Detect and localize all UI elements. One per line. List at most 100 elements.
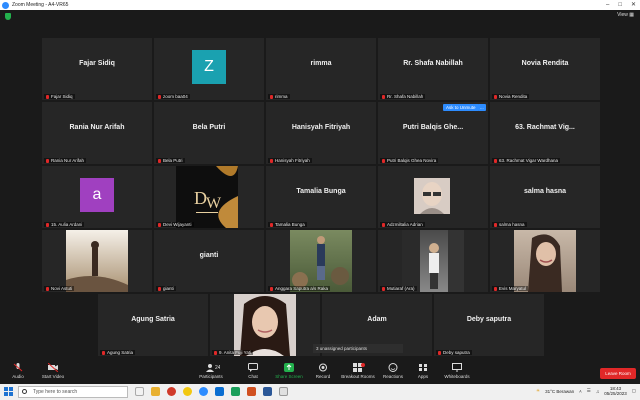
- muted-mic-icon: [46, 223, 49, 227]
- audio-button[interactable]: Audio: [6, 363, 30, 379]
- participant-grid: Fajar Sidiq Fajar Sidiq Z zoom baa04 rim…: [0, 0, 640, 400]
- participant-display-name: Rania Nur Arifah: [69, 124, 125, 131]
- avatar: a: [80, 178, 114, 212]
- participant-name-label: rimma: [268, 94, 290, 99]
- participant-tile[interactable]: Putri Balqis Ghe... Putri Balqis Ghea No…: [378, 102, 488, 164]
- name-text: Tamalia Bunga: [275, 222, 305, 227]
- apps-button[interactable]: Apps: [416, 363, 430, 379]
- participant-display-name: 63. Rachmat Vig...: [515, 124, 575, 131]
- profile-picture-logo: D W: [176, 166, 238, 228]
- participant-display-name: Rr. Shafa Nabillah: [403, 60, 463, 67]
- share-screen-button[interactable]: Share Screen: [274, 363, 304, 379]
- muted-mic-icon: [46, 287, 49, 291]
- zoom-taskbar-icon[interactable]: [199, 387, 208, 396]
- breakout-rooms-button[interactable]: Breakout Rooms: [340, 363, 376, 379]
- participant-tile[interactable]: Adzmiltalia Adrian: [378, 166, 488, 228]
- muted-mic-icon: [46, 95, 49, 99]
- task-view-icon[interactable]: [135, 387, 144, 396]
- participant-tile[interactable]: Evis Maryatul: [490, 230, 600, 292]
- participant-tile[interactable]: Agung Satria Agung Satria: [98, 294, 208, 356]
- participant-name-label: 63. Rachmat Vigar Wardhana: [492, 158, 561, 163]
- reactions-button[interactable]: Reactions: [381, 363, 405, 379]
- profile-picture: [66, 230, 128, 292]
- participant-tile[interactable]: salma hasna salma hasna: [490, 166, 600, 228]
- name-text: zoom baa04: [163, 94, 188, 99]
- participant-tile[interactable]: Bela Putri Bela Putri: [154, 102, 264, 164]
- participant-tile[interactable]: Hanisyah Fitriyah Hanisyah Fitriyah: [266, 102, 376, 164]
- taskbar-search-input[interactable]: Type here to search: [18, 386, 128, 398]
- participant-tile[interactable]: D W Devi Wijayanti: [154, 166, 264, 228]
- participant-tile[interactable]: Anggara Saputra a/s Raka: [266, 230, 376, 292]
- participant-name-label: Tamalia Bunga: [268, 222, 307, 227]
- store-icon[interactable]: [279, 387, 288, 396]
- office-icon[interactable]: [167, 387, 176, 396]
- muted-mic-icon: [158, 159, 161, 163]
- muted-mic-icon: [270, 287, 273, 291]
- record-button[interactable]: Record: [313, 363, 333, 379]
- powerpoint-icon[interactable]: [247, 387, 256, 396]
- participant-name-label: Devi Wijayanti: [156, 222, 194, 227]
- search-icon: [22, 389, 27, 394]
- participant-tile[interactable]: Mutiaraf (Ara): [378, 230, 488, 292]
- muted-mic-icon: [270, 159, 273, 163]
- chrome-icon[interactable]: [183, 387, 192, 396]
- muted-mic-icon: [46, 159, 49, 163]
- participant-tile[interactable]: Tamalia Bunga Tamalia Bunga: [266, 166, 376, 228]
- name-text: Putri Balqis Ghea Novira: [387, 158, 437, 163]
- participant-tile[interactable]: a 15. Aulia Ardani: [42, 166, 152, 228]
- participant-tile[interactable]: Z zoom baa04: [154, 38, 264, 100]
- reactions-smiley-icon: [388, 363, 398, 372]
- start-video-button[interactable]: Start Video: [38, 362, 68, 379]
- word-icon[interactable]: [263, 387, 272, 396]
- name-text: rimma: [275, 94, 288, 99]
- audio-label: Audio: [12, 374, 24, 379]
- participant-tile[interactable]: 63. Rachmat Vig... 63. Rachmat Vigar War…: [490, 102, 600, 164]
- participant-name-label: Bela Putri: [156, 158, 185, 163]
- muted-mic-icon: [494, 223, 497, 227]
- participant-tile[interactable]: Novia Rendita Novia Rendita: [490, 38, 600, 100]
- muted-mic-icon: [158, 223, 161, 227]
- share-screen-icon: [284, 363, 294, 372]
- chat-button[interactable]: Chat: [245, 363, 261, 379]
- unassigned-participants-notice[interactable]: 3 unassigned participants: [313, 344, 403, 353]
- ask-to-unmute-button[interactable]: Ask to Unmute: [443, 104, 479, 111]
- participant-name-label: Anggara Saputra a/s Raka: [268, 286, 331, 291]
- participant-tile[interactable]: Deby saputra Deby saputra: [434, 294, 544, 356]
- participant-name-label: Deby saputra: [436, 350, 472, 355]
- video-off-icon: [47, 362, 59, 373]
- participant-display-name: Agung Satria: [131, 316, 175, 323]
- leave-room-button[interactable]: Leave Room: [600, 368, 636, 379]
- weather-text[interactable]: 31°C Berawan: [545, 389, 574, 394]
- name-text: gianti: [163, 286, 174, 291]
- excel-icon[interactable]: [231, 387, 240, 396]
- whiteboards-button[interactable]: Whiteboards: [441, 363, 473, 379]
- edge-icon[interactable]: [215, 387, 224, 396]
- muted-mic-icon: [158, 287, 161, 291]
- participant-name-label: Rr. Shafa Nabillah: [380, 94, 426, 99]
- file-explorer-icon[interactable]: [151, 387, 160, 396]
- participant-tile[interactable]: Fajar Sidiq Fajar Sidiq: [42, 38, 152, 100]
- participant-tile[interactable]: gianti gianti: [154, 230, 264, 292]
- apps-label: Apps: [417, 374, 429, 379]
- notifications-icon[interactable]: ▢: [632, 388, 636, 394]
- participants-button[interactable]: 24 Participants: [197, 363, 225, 379]
- whiteboards-label: Whiteboards: [444, 374, 470, 379]
- participant-tile[interactable]: 9. Anita Fuji Yati: [210, 294, 320, 356]
- participant-tile[interactable]: Rr. Shafa Nabillah Rr. Shafa Nabillah: [378, 38, 488, 100]
- participant-name-label: Mutiaraf (Ara): [380, 286, 417, 291]
- share-label: Share Screen: [275, 374, 303, 379]
- participant-tile[interactable]: Rania Nur Arifah Rania Nur Arifah: [42, 102, 152, 164]
- name-text: 15. Aulia Ardani: [51, 222, 83, 227]
- volume-icon[interactable]: ♫: [596, 389, 599, 394]
- more-options-button[interactable]: ...: [478, 104, 486, 111]
- chevron-up-icon[interactable]: ˄: [579, 389, 582, 394]
- participant-name-label: Agung Satria: [100, 350, 136, 355]
- participant-tile[interactable]: Novi Astuti: [42, 230, 152, 292]
- muted-mic-icon: [382, 287, 385, 291]
- participant-display-name: Deby saputra: [466, 316, 512, 323]
- profile-picture: [414, 178, 450, 214]
- wifi-icon[interactable]: ☰: [587, 388, 591, 394]
- taskbar-clock[interactable]: 18:43 05/25/2023: [604, 386, 627, 396]
- windows-start-icon[interactable]: [4, 387, 13, 396]
- participant-tile[interactable]: rimma rimma: [266, 38, 376, 100]
